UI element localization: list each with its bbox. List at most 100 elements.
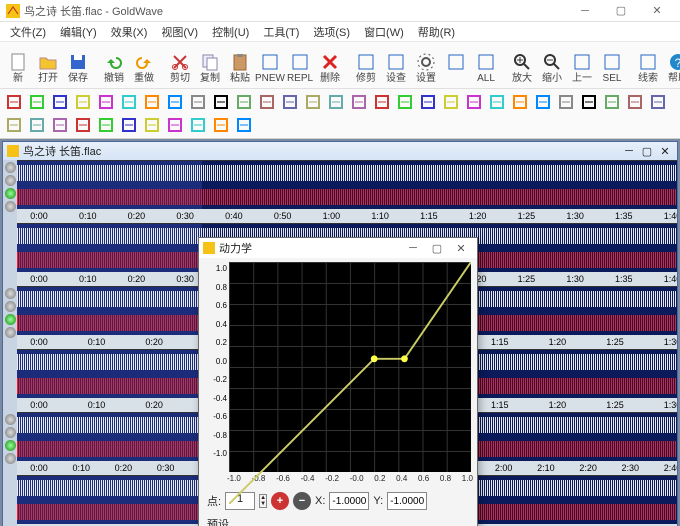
select-section-button[interactable] — [442, 44, 470, 86]
prev-button[interactable]: 上一 — [568, 44, 596, 86]
menu-效果[interactable]: 效果(X) — [105, 22, 154, 42]
doc-maximize-button[interactable]: ▢ — [639, 144, 655, 158]
dialog-maximize-button[interactable]: ▢ — [425, 240, 449, 256]
toolbar2-btn-34[interactable] — [119, 115, 139, 135]
replace-icon — [289, 51, 311, 73]
waveform-left[interactable] — [17, 161, 677, 209]
channel-knob[interactable] — [5, 327, 16, 338]
minimize-button[interactable]: ─ — [568, 2, 602, 20]
curve-handle[interactable] — [371, 355, 378, 362]
file-new-button[interactable]: 新 — [4, 44, 32, 86]
toolbar2-btn-6[interactable] — [142, 92, 162, 112]
toolbar2-btn-33[interactable] — [96, 115, 116, 135]
toolbar2-btn-30[interactable] — [27, 115, 47, 135]
gear-icon — [415, 51, 437, 73]
toolbar2-btn-25[interactable] — [579, 92, 599, 112]
delete-button[interactable]: 删除 — [316, 44, 344, 86]
toolbar2-btn-8[interactable] — [188, 92, 208, 112]
gear-button[interactable]: 设置 — [412, 44, 440, 86]
dialog-title: 动力学 — [219, 240, 401, 256]
folder-open-button[interactable]: 打开 — [34, 44, 62, 86]
toolbar2-btn-2[interactable] — [50, 92, 70, 112]
toolbar2-btn-0[interactable] — [4, 92, 24, 112]
cut-button[interactable]: 剪切 — [166, 44, 194, 86]
toolbar2-btn-7[interactable] — [165, 92, 185, 112]
toolbar2-btn-24[interactable] — [556, 92, 576, 112]
toolbar2-btn-28[interactable] — [648, 92, 668, 112]
maximize-button[interactable]: ▢ — [604, 2, 638, 20]
toolbar2-btn-39[interactable] — [234, 115, 254, 135]
toolbar2-btn-5[interactable] — [119, 92, 139, 112]
toolbar2-btn-1[interactable] — [27, 92, 47, 112]
toolbar2-btn-10[interactable] — [234, 92, 254, 112]
toolbar2-btn-36[interactable] — [165, 115, 185, 135]
zoom-out-button[interactable]: 缩小 — [538, 44, 566, 86]
toolbar2-btn-18[interactable] — [418, 92, 438, 112]
replace-button[interactable]: REPL — [286, 44, 314, 86]
channel-knob[interactable] — [5, 427, 16, 438]
toolbar2-btn-20[interactable] — [464, 92, 484, 112]
toolbar2-btn-29[interactable] — [4, 115, 24, 135]
sel-button[interactable]: SEL — [598, 44, 626, 86]
curve-handle[interactable] — [401, 355, 408, 362]
channel-knob[interactable] — [5, 314, 16, 325]
toolbar2-btn-4[interactable] — [96, 92, 116, 112]
toolbar2-btn-3[interactable] — [73, 92, 93, 112]
menu-视图[interactable]: 视图(V) — [155, 22, 204, 42]
toolbar2-btn-16[interactable] — [372, 92, 392, 112]
dialog-close-button[interactable]: ✕ — [449, 240, 473, 256]
zoom-in-button[interactable]: 放大 — [508, 44, 536, 86]
help-button[interactable]: ?帮助 — [664, 44, 680, 86]
all-button[interactable]: ALL — [472, 44, 500, 86]
doc-close-button[interactable]: ✕ — [657, 144, 673, 158]
channel-knob[interactable] — [5, 162, 16, 173]
toolbar2-btn-22[interactable] — [510, 92, 530, 112]
menu-文件[interactable]: 文件(Z) — [4, 22, 52, 42]
toolbar2-btn-21[interactable] — [487, 92, 507, 112]
paste-new-button[interactable]: PNEW — [256, 44, 284, 86]
undo-button[interactable]: 撤销 — [100, 44, 128, 86]
menu-控制[interactable]: 控制(U) — [206, 22, 255, 42]
toolbar2-btn-12[interactable] — [280, 92, 300, 112]
toolbar2-btn-19[interactable] — [441, 92, 461, 112]
toolbar2-btn-9[interactable] — [211, 92, 231, 112]
channel-knob[interactable] — [5, 288, 16, 299]
toolbar2-btn-26[interactable] — [602, 92, 622, 112]
toolbar2-btn-35[interactable] — [142, 115, 162, 135]
toolbar2-btn-27[interactable] — [625, 92, 645, 112]
menu-选项[interactable]: 选项(S) — [307, 22, 356, 42]
channel-knob[interactable] — [5, 301, 16, 312]
save-button[interactable]: 保存 — [64, 44, 92, 86]
toolbar2-btn-37[interactable] — [188, 115, 208, 135]
trim-button[interactable]: 修剪 — [352, 44, 380, 86]
toolbar2-btn-11[interactable] — [257, 92, 277, 112]
toolbar2-btn-31[interactable] — [50, 115, 70, 135]
toolbar2-btn-17[interactable] — [395, 92, 415, 112]
channel-knob[interactable] — [5, 440, 16, 451]
menu-窗口[interactable]: 窗口(W) — [358, 22, 410, 42]
cue-button[interactable]: 线索 — [634, 44, 662, 86]
close-button[interactable]: ✕ — [640, 2, 674, 20]
secondary-toolbar — [0, 89, 680, 139]
redo-button[interactable]: 重做 — [130, 44, 158, 86]
menu-工具[interactable]: 工具(T) — [257, 22, 305, 42]
channel-knob[interactable] — [5, 414, 16, 425]
channel-knob[interactable] — [5, 201, 16, 212]
doc-minimize-button[interactable]: ─ — [621, 144, 637, 158]
select-all-button[interactable]: 设查 — [382, 44, 410, 86]
toolbar2-btn-38[interactable] — [211, 115, 231, 135]
toolbar2-btn-23[interactable] — [533, 92, 553, 112]
toolbar2-btn-15[interactable] — [349, 92, 369, 112]
menu-帮助[interactable]: 帮助(R) — [412, 22, 461, 42]
toolbar2-btn-13[interactable] — [303, 92, 323, 112]
paste-button[interactable]: 粘贴 — [226, 44, 254, 86]
copy-button[interactable]: 复制 — [196, 44, 224, 86]
dynamics-graph[interactable] — [229, 262, 471, 472]
toolbar2-btn-14[interactable] — [326, 92, 346, 112]
dialog-minimize-button[interactable]: ─ — [401, 240, 425, 256]
channel-knob[interactable] — [5, 188, 16, 199]
menu-编辑[interactable]: 编辑(Y) — [54, 22, 103, 42]
channel-knob[interactable] — [5, 175, 16, 186]
toolbar2-btn-32[interactable] — [73, 115, 93, 135]
channel-knob[interactable] — [5, 453, 16, 464]
